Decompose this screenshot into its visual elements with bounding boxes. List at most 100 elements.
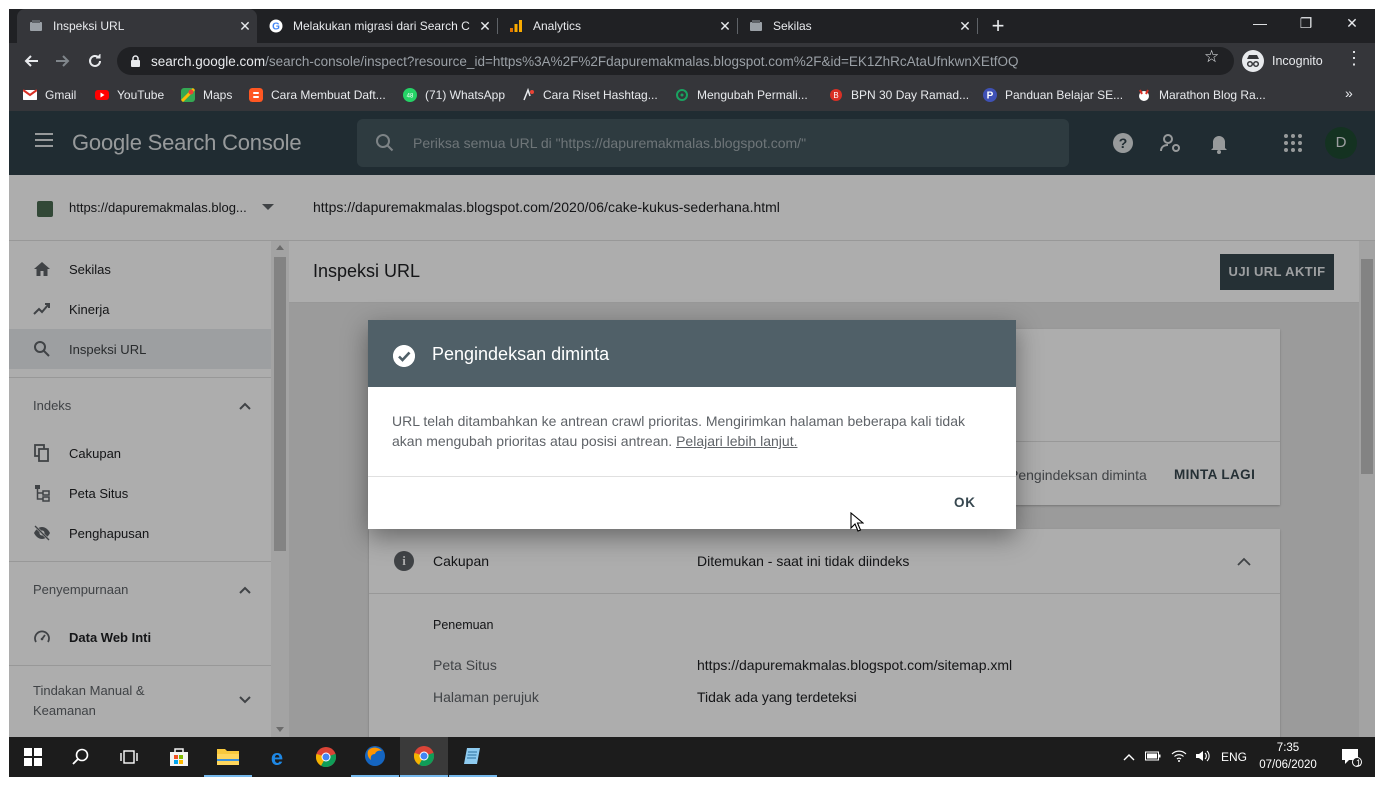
taskbar-edge[interactable]: e [253,737,301,777]
clock-date: 07/06/2020 [1259,759,1317,771]
store-icon [170,748,188,766]
notepad-icon [464,748,480,764]
taskbar-file-explorer[interactable] [204,737,252,777]
chrome-icon [413,746,435,767]
more-bookmarks-icon[interactable]: » [1345,85,1353,101]
taskbar-store[interactable] [155,737,203,777]
tab-sekilas[interactable]: Sekilas ✕ [737,9,977,43]
start-button[interactable] [9,737,57,777]
close-tab-icon[interactable]: ✕ [713,18,737,35]
dialog-title: Pengindeksan diminta [432,344,610,364]
edge-icon: e [271,746,283,768]
close-tab-icon[interactable]: ✕ [473,18,497,35]
google-favicon-icon: G [269,19,283,33]
minimize-button[interactable]: — [1237,9,1283,39]
taskbar-firefox[interactable] [351,737,399,777]
windows-taskbar: e ENG 7:35 07/06/2020 1 [9,737,1375,777]
browser-menu-icon[interactable]: ⋮ [1345,48,1363,69]
language-indicator[interactable]: ENG [1221,750,1247,764]
new-tab-button[interactable]: + [985,13,1011,39]
bookmark-cara-membuat[interactable]: Cara Membuat Daft... [249,85,386,105]
bookmark-label: Maps [203,88,233,102]
bookmark-riset-hashtag[interactable]: Cara Riset Hashtag... [521,85,658,105]
bookmark-label: Mengubah Permali... [697,88,808,102]
recycle-icon [676,89,688,101]
tab-title: Sekilas [773,19,812,33]
firefox-icon [365,746,385,766]
bookmark-panduan[interactable]: P Panduan Belajar SE... [983,85,1123,105]
reload-icon [89,54,101,67]
dialog-header: Pengindeksan diminta [368,320,1016,387]
volume-icon[interactable] [1195,750,1211,765]
taskbar-notepad[interactable] [449,737,497,777]
taskbar-chrome[interactable] [302,737,350,777]
search-console-favicon-icon [750,20,762,31]
bookmark-label: YouTube [117,88,165,102]
tab-title: Analytics [533,19,582,33]
taskbar-search-button[interactable] [57,737,105,777]
close-tab-icon[interactable]: ✕ [233,18,257,35]
close-window-button[interactable]: ✕ [1329,9,1375,39]
arrow-left-icon [24,55,38,67]
bookmark-label: Panduan Belajar SE... [1005,88,1124,102]
tab-migrasi[interactable]: G Melakukan migrasi dari Search C ✕ [257,9,497,43]
incognito-label: Incognito [1272,54,1323,68]
bookmark-youtube[interactable]: YouTube [95,85,164,105]
bookmark-whatsapp[interactable]: 48 (71) WhatsApp [403,85,505,105]
bookmark-label: (71) WhatsApp [425,88,506,102]
svg-text:48: 48 [407,94,414,100]
action-center-button[interactable]: 1 [1327,737,1375,777]
bookmark-mengubah[interactable]: Mengubah Permali... [675,85,808,105]
incognito-icon [1242,50,1264,72]
url-text: search.google.com/search-console/inspect… [151,54,1018,69]
reload-button[interactable] [82,48,108,74]
svg-text:G: G [272,22,280,33]
windows-logo-icon [24,748,42,766]
learn-more-link[interactable]: Pelajari lebih lanjut. [676,433,797,449]
tab-title: Inspeksi URL [53,19,125,33]
check-circle-icon [393,345,415,367]
ok-button[interactable]: OK [954,495,976,510]
close-tab-icon[interactable]: ✕ [953,18,977,35]
system-tray: ENG [1123,737,1247,777]
bookmark-label: Marathon Blog Ra... [1159,88,1266,102]
address-bar[interactable]: search.google.com/search-console/inspect… [117,47,1234,75]
show-hidden-icons-icon[interactable] [1123,750,1135,764]
bookmark-marathon[interactable]: Marathon Blog Ra... [1137,85,1266,105]
whatsapp-icon: 48 [403,88,417,102]
clock[interactable]: 7:35 07/06/2020 [1251,740,1325,774]
youtube-icon [95,90,109,100]
bookmarks-bar: Gmail YouTube Maps Cara Membuat Daft... … [9,79,1375,111]
browser-toolbar: search.google.com/search-console/inspect… [9,43,1375,79]
search-console-favicon-icon [30,20,42,31]
svg-text:B: B [833,91,838,100]
task-view-button[interactable] [105,737,153,777]
screen: Inspeksi URL ✕ G Melakukan migrasi dari … [9,9,1375,777]
bookmark-label: Gmail [45,88,77,102]
battery-icon[interactable] [1145,750,1161,764]
analytics-favicon-icon [510,20,522,32]
bookmark-gmail[interactable]: Gmail [23,85,76,105]
restore-button[interactable]: ❐ [1283,9,1329,39]
bookmark-bpn[interactable]: B BPN 30 Day Ramad... [829,85,969,105]
svg-text:P: P [987,91,994,102]
tab-analytics[interactable]: Analytics ✕ [497,9,737,43]
bookmark-maps[interactable]: Maps [181,85,232,105]
back-button[interactable] [18,48,44,74]
incognito-indicator[interactable]: Incognito [1242,48,1323,74]
tab-inspeksi-url[interactable]: Inspeksi URL ✕ [17,9,257,43]
dialog-message: URL telah ditambahkan ke antrean crawl p… [392,411,992,451]
taskbar-chrome-incognito[interactable] [400,737,448,777]
mouse-cursor-icon [850,512,864,532]
wifi-icon[interactable] [1171,750,1187,765]
divider [368,476,1016,477]
clock-time: 7:35 [1276,742,1300,754]
url-host: search.google.com [151,54,266,69]
url-path: /search-console/inspect?resource_id=http… [265,54,1019,69]
lock-icon [131,55,140,67]
bookmark-label: BPN 30 Day Ramad... [851,88,970,102]
forward-button[interactable] [50,48,76,74]
bookmark-star-icon[interactable]: ☆ [1204,47,1219,67]
bpn-icon: B [830,89,842,101]
task-view-icon [120,750,138,764]
